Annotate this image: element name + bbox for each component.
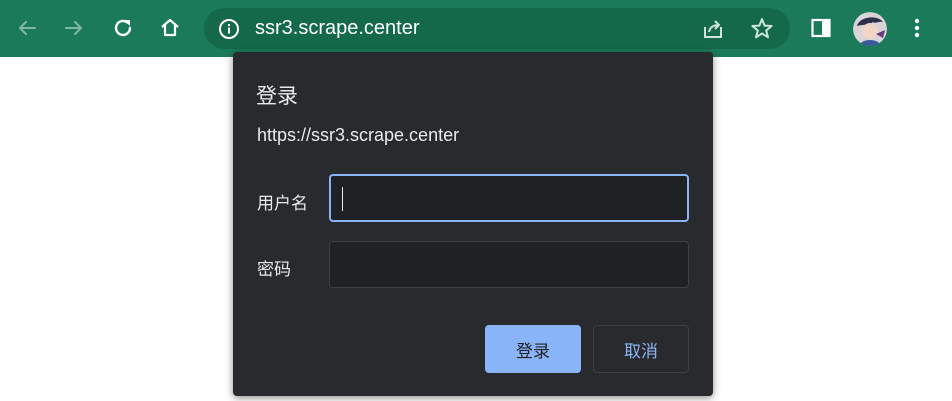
sign-in-button[interactable]: 登录 [485,325,581,373]
home-button[interactable] [152,10,188,46]
password-input[interactable] [329,241,689,288]
bookmark-star-icon[interactable] [749,16,775,42]
password-label: 密码 [257,260,291,280]
auth-dialog: 登录 https://ssr3.scrape.center 用户名 密码 登录 … [233,52,713,396]
forward-arrow-icon [65,21,82,35]
cancel-button[interactable]: 取消 [593,325,689,373]
more-menu-button[interactable] [899,10,935,46]
reload-button[interactable] [105,10,141,46]
browser-toolbar: ssr3.scrape.center [0,0,952,57]
side-panel-icon [811,18,831,38]
dialog-title: 登录 [256,84,298,108]
text-caret [342,187,343,211]
home-icon [161,18,179,37]
back-button[interactable] [9,10,45,46]
back-arrow-icon [19,21,36,35]
profile-avatar-image [853,12,887,46]
address-bar[interactable]: ssr3.scrape.center [204,8,790,49]
reload-icon [114,19,132,37]
forward-button[interactable] [56,10,92,46]
more-menu-icon [914,18,920,38]
username-label: 用户名 [257,194,308,214]
url-text[interactable]: ssr3.scrape.center [255,17,420,40]
dialog-origin: https://ssr3.scrape.center [257,125,460,145]
profile-avatar[interactable] [853,12,887,46]
share-icon[interactable] [700,16,726,42]
side-panel-button[interactable] [803,10,839,46]
username-input[interactable] [329,174,689,222]
site-info-icon[interactable] [218,18,240,40]
